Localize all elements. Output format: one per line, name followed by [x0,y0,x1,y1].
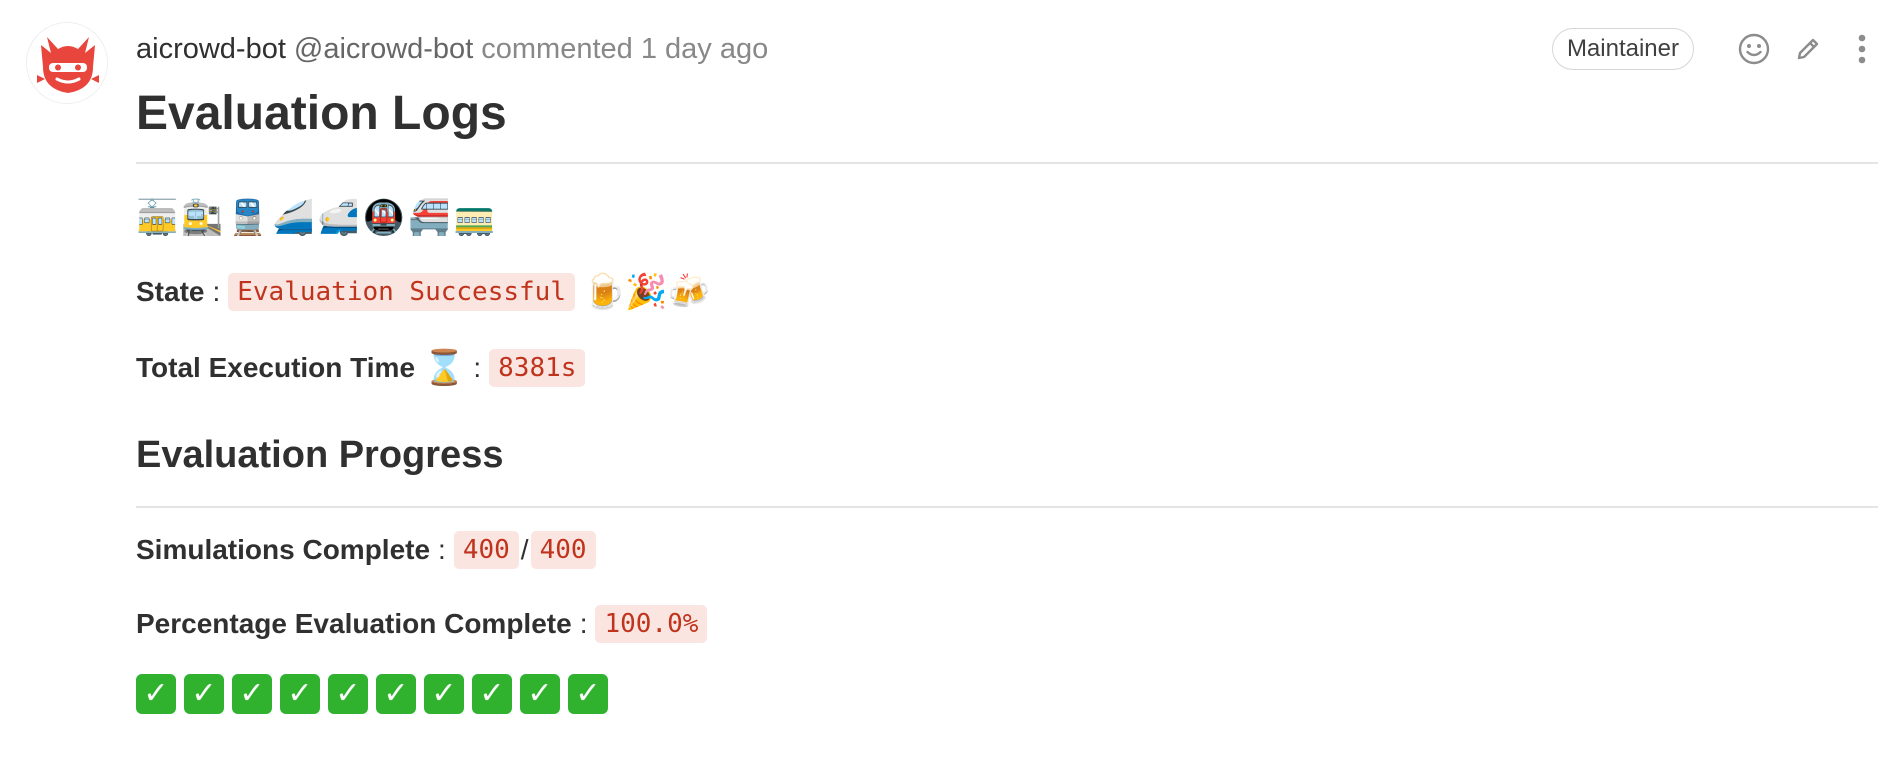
execution-time-label: Total Execution Time [136,352,416,383]
celebration-emojis: 🍺🎉🍻 [582,273,710,311]
check-mark-icon: ✓ [184,674,224,714]
check-mark-icon: ✓ [424,674,464,714]
state-value: Evaluation Successful [228,273,575,311]
role-badge: Maintainer [1551,28,1694,70]
state-separator: : [212,276,221,307]
train-emoji-row: 🚋🚉🚆🚄🚅🚇🚝🚃 [136,199,499,237]
hourglass-icon: ⌛ [423,349,466,387]
state-label: State [136,276,205,307]
simulations-separator: : [438,534,446,565]
state-line: State : Evaluation Successful 🍺🎉🍻 [136,270,1878,314]
check-mark-icon: ✓ [520,674,560,714]
check-mark-icon: ✓ [376,674,416,714]
comment-timestamp[interactable]: commented 1 day ago [481,33,768,66]
execution-time-separator: : [473,352,482,383]
more-actions-button[interactable] [1840,27,1884,71]
execution-time-line: Total Execution Time ⌛ : 8381s [136,346,1878,390]
percentage-value: 100.0% [595,605,708,643]
simulations-label: Simulations Complete [136,534,431,565]
simulations-total: 400 [530,531,596,569]
comment-title: Evaluation Logs [136,80,1878,164]
edit-comment-button[interactable] [1786,27,1830,71]
comment-actions: Maintainer [1551,26,1884,72]
add-reaction-button[interactable] [1732,27,1776,71]
smiley-icon [1738,33,1770,65]
comment-header: aicrowd-bot @aicrowd-bot commented 1 day… [136,28,768,70]
percentage-separator: : [579,608,588,639]
check-mark-icon: ✓ [568,674,608,714]
simulations-done: 400 [453,531,519,569]
progress-heading: Evaluation Progress [136,430,1878,508]
execution-time-value: 8381s [489,349,586,387]
simulations-slash: / [520,534,529,565]
check-mark-icon: ✓ [232,674,272,714]
progress-checks: ✓ ✓ ✓ ✓ ✓ ✓ ✓ ✓ ✓ ✓ [136,674,1878,714]
simulations-line: Simulations Complete : 400 / 400 [136,528,1878,572]
check-mark-icon: ✓ [472,674,512,714]
percentage-label: Percentage Evaluation Complete [136,608,572,639]
author-name[interactable]: aicrowd-bot [136,33,286,66]
pencil-icon [1797,38,1819,60]
comment-body: Evaluation Logs 🚋🚉🚆🚄🚅🚇🚝🚃 State : Evaluat… [136,80,1878,714]
aicrowd-logo-icon [27,23,107,103]
avatar[interactable] [26,22,108,104]
check-mark-icon: ✓ [280,674,320,714]
check-mark-icon: ✓ [328,674,368,714]
check-mark-icon: ✓ [136,674,176,714]
kebab-menu-icon [1858,34,1866,64]
percentage-line: Percentage Evaluation Complete : 100.0% [136,602,1878,646]
author-handle[interactable]: @aicrowd-bot [294,33,473,66]
